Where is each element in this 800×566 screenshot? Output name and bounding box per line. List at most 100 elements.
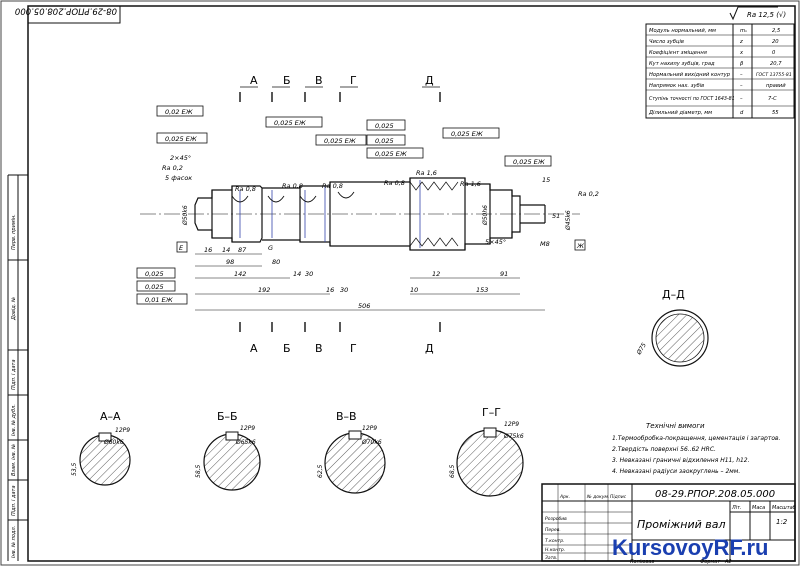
dim-m8: М8 [540,240,550,248]
gp-label-6: Ступінь точності по ГОСТ 1643-81 [649,96,735,102]
rough-3: Ra 0,8 [282,182,303,190]
rough-4: Ra 0,8 [322,182,343,190]
dim-192: 192 [258,286,270,294]
tol-4: 0,025 [375,122,394,130]
gp-sym-3: β [740,61,744,67]
section-letters-top: А Б В Г Д [250,74,434,87]
rough-8: Ra 0,2 [578,190,599,198]
section-dd: Д–Д Ø75 [635,288,709,367]
tech-line-1: 1.Термообробка-покращення, цементація і … [612,435,781,442]
sec-bb-key: 12Р9 [240,425,255,432]
gp-val-0: 2,5 [772,28,781,34]
drawing-title: Проміжний вал [637,518,726,531]
tb-docno: № докум. [586,494,609,500]
sec-vv-key: 12Р9 [362,425,377,432]
chamfer-note: 2×45° [170,154,191,162]
dim-right-dia: Ø45k6 [565,210,572,231]
tb-checked: Перев. [545,527,561,533]
mark-d-bottom: Д [425,342,434,355]
dim-87: 87 [238,246,247,254]
gp-val-5: правий [766,83,786,89]
strip-7: Інв. № подл. [11,526,17,558]
gp-label-7: Ділильний діаметр, мм [648,110,712,116]
sec-gg-depth: 68,5 [449,464,456,478]
dim-80: 80 [272,258,280,266]
tb-tcontrol: Т.контр. [545,538,565,544]
tol-7: 0,025 ЕЖ [375,150,408,158]
rough-6: Ra 1,6 [416,169,437,177]
roughness-marks: Ra 0,2 Ra 0,8 Ra 0,8 Ra 0,8 Ra 0,8 Ra 1,… [162,164,599,198]
mark-v-bottom: В [315,342,323,355]
rough-2: Ra 0,8 [235,185,256,193]
strip-2: Довід. № [11,297,17,321]
strip-3: Підп. і дата [11,359,17,390]
gp-label-4: Нормальний вихідний контур [649,72,731,78]
left-annotations: 2×45° 5 фасок Е G Ж [165,154,586,253]
tb-sheet: Арк. [559,494,570,500]
dim-506: 506 [358,302,370,310]
gp-sym-0: mₙ [740,28,747,34]
tol-1: 0,02 ЕЖ [165,108,194,116]
sec-vv-dia: Ø70k6 [361,439,382,446]
mark-v-top: В [315,74,323,87]
section-gg: Г–Г 12Р9 Ø75k6 68,5 [449,406,524,497]
dim-14: 14 [222,246,230,254]
dim-12: 12 [432,270,440,278]
watermark: KursovoyRF.ru [612,535,768,560]
tb-ncontrol: Н.контр. [545,547,565,553]
sec-bb-title: Б–Б [217,410,238,423]
strip-6: Підп. і дата [11,485,17,516]
dim-153: 153 [476,286,488,294]
datum-zh: Ж [576,242,585,250]
gp-sym-2: x [739,50,744,56]
section-bb: Б–Б 12Р9 Ø65k6 58,5 [195,410,261,491]
strip-5: Взам. інв. № [11,444,17,476]
tol-5: 0,025 [375,137,394,145]
sec-dd-title: Д–Д [662,288,685,301]
tol-6: 0,025 ЕЖ [324,137,357,145]
tech-line-3: 3. Невказані граничні відхилення Н11, h1… [612,457,750,464]
mark-g-top: Г [350,74,357,87]
gp-val-6: 7-С [768,96,777,102]
tech-title: Технічні вимоги [646,422,705,430]
dim-left-dia: Ø50k6 [182,205,189,226]
dim-51: 51 [552,212,560,220]
dim-15: 15 [542,176,550,184]
tb-approved: Затв. [545,555,557,561]
stamp-rotated: 08-29.РПОР.208.05.000 [15,5,121,24]
mark-a-top: А [250,74,258,87]
tb-lit: Літ. [731,505,742,511]
gp-label-3: Кут нахилу зубців, град [649,61,715,67]
sec-vv-title: В–В [336,410,357,423]
sec-gg-key: 12Р9 [504,421,519,428]
drawing-number: 08-29.РПОР.208.05.000 [655,489,775,500]
tech-line-2: 2.Твердість поверхні 56..62 НRС. [612,446,716,453]
drawing-sheet: Перв. примін. Довід. № Підп. і дата Інв.… [0,0,800,566]
dim-30: 30 [305,270,313,278]
rough-5: Ra 0,8 [384,179,405,187]
section-letters-bottom: А Б В Г Д [250,342,434,355]
gp-val-1: 20 [772,39,779,45]
rough-1: Ra 0,2 [162,164,183,172]
strip-4: Інв. № дубл. [11,404,17,436]
tol-11: 0,01 ЕЖ [145,296,174,304]
gp-label-5: Напрямок нах. зубів [649,83,704,89]
gp-label-2: Коефіцієнт зміщення [649,50,707,56]
tolerance-frames: 0,02 ЕЖ 0,025 ЕЖ 0,025 ЕЖ 0,025 ЕЖ 0,025… [136,105,552,305]
sec-aa-title: А–А [100,410,121,423]
tol-8: 0,025 ЕЖ [451,130,484,138]
mark-a-bottom: А [250,342,258,355]
gp-label-0: Модуль нормальний, мм [649,28,716,34]
dim-10: 10 [410,286,418,294]
tol-9: 0,025 [145,270,164,278]
section-vv: В–В 12Р9 Ø70k6 62,5 [317,410,386,494]
dim-142: 142 [234,270,246,278]
tech-requirements: Технічні вимоги 1.Термообробка-покращенн… [612,422,781,475]
gp-val-7: 55 [772,110,779,116]
gp-val-3: 20,7 [770,61,782,67]
mark-g-bottom: Г [350,342,357,355]
sec-vv-depth: 62,5 [317,464,324,478]
tech-line-4: 4. Невказані радіуси заокруглень – 2мм. [612,468,740,475]
mark-d-top: Д [425,74,434,87]
datum-e: Е [179,244,184,252]
